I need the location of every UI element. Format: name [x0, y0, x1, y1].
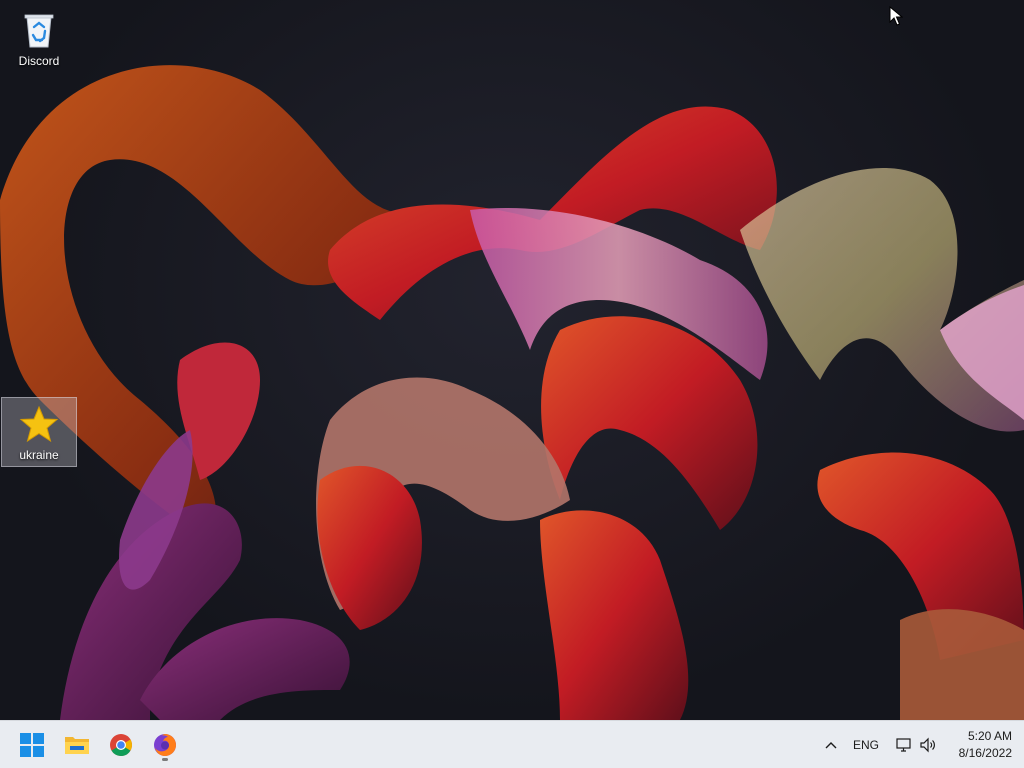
firefox-icon	[154, 734, 176, 756]
desktop-icon-label: Discord	[18, 54, 60, 68]
desktop[interactable]: Discord ukraine	[0, 0, 1024, 720]
taskbar-chrome-button[interactable]	[103, 727, 139, 763]
desktop-icon-discord[interactable]: Discord	[1, 4, 77, 74]
wallpaper-ribbons	[0, 65, 1024, 720]
start-button[interactable]	[14, 727, 50, 763]
language-indicator[interactable]: ENG	[848, 721, 884, 768]
clock-time: 5:20 AM	[967, 729, 1012, 743]
desktop-icon-label: ukraine	[19, 448, 59, 462]
taskbar-firefox-button[interactable]	[147, 727, 183, 763]
recycle-bin-icon	[19, 10, 59, 50]
chevron-up-icon	[825, 742, 837, 749]
mouse-cursor-icon	[889, 6, 903, 26]
taskbar-clock[interactable]: 5:20 AM 8/16/2022	[959, 728, 1012, 762]
folder-icon	[65, 737, 89, 754]
chrome-icon	[110, 734, 132, 756]
desktop-icon-ukraine[interactable]: ukraine	[1, 397, 77, 467]
show-hidden-icons-button[interactable]	[820, 721, 842, 768]
taskbar-file-explorer-button[interactable]	[59, 727, 95, 763]
volume-button[interactable]	[917, 721, 939, 768]
language-label: ENG	[852, 738, 879, 752]
windows-start-icon	[20, 733, 44, 757]
clock-date: 8/16/2022	[958, 746, 1012, 760]
running-indicator	[162, 758, 168, 761]
network-button[interactable]	[893, 721, 915, 768]
star-icon	[19, 404, 59, 444]
speaker-icon	[920, 737, 935, 753]
network-icon	[896, 738, 911, 752]
taskbar: ENG 5:20 AM 8/16/2022	[0, 720, 1024, 768]
